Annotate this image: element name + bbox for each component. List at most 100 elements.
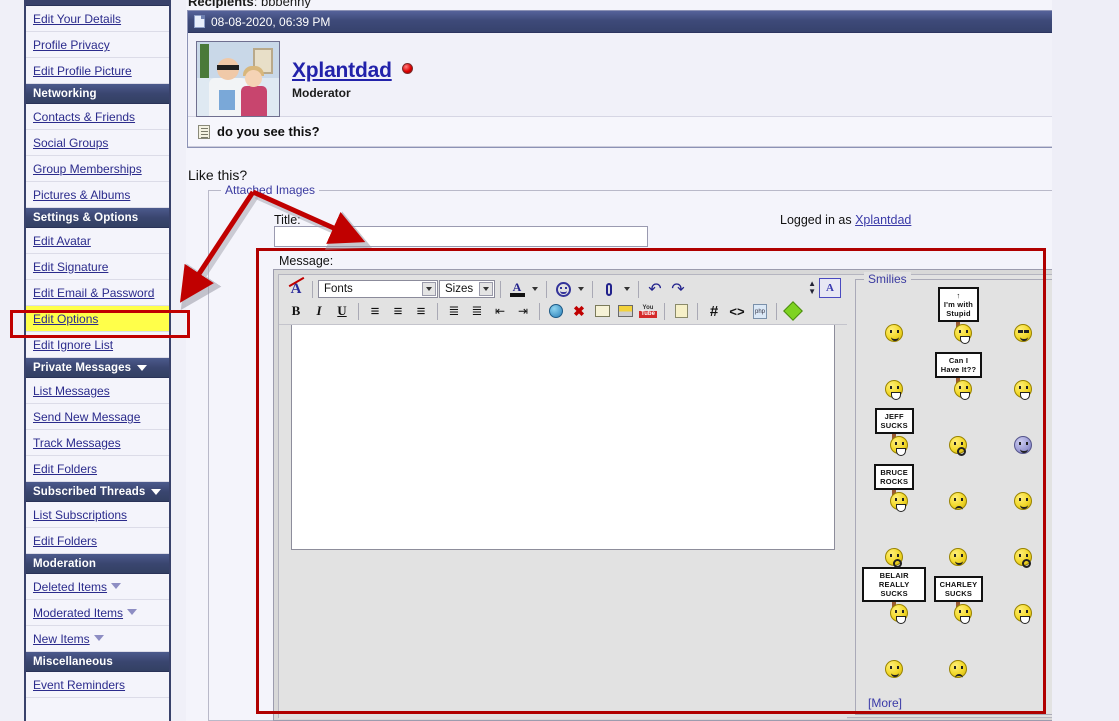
sidebar-item-track-messages[interactable]: Track Messages	[26, 430, 169, 456]
fonts-select[interactable]: Fonts	[318, 280, 438, 298]
sidebar-item-list-subscriptions[interactable]: List Subscriptions	[26, 502, 169, 528]
indent-button[interactable]: ⇥	[512, 301, 534, 321]
sidebar-item-edit-ignore-list[interactable]: Edit Ignore List	[26, 332, 169, 358]
smilie-bruce-rocks-icon[interactable]: BRUCE ROCKS	[874, 464, 915, 512]
sidebar-item-label[interactable]: Edit Email & Password	[33, 286, 154, 300]
sidebar-item-label[interactable]: Edit Options	[33, 312, 98, 326]
sidebar-item-label[interactable]: Social Groups	[33, 136, 108, 150]
smilie-icon[interactable]	[552, 279, 574, 299]
sidebar-item-edit-folders[interactable]: Edit Folders	[26, 456, 169, 482]
smilie-im-with-stupid[interactable]: ↑ I'm with Stupid	[937, 287, 980, 344]
smilie-wave[interactable]	[1013, 464, 1032, 510]
smilie-big-grin[interactable]	[1013, 352, 1032, 400]
sidebar-item-pictures-albums[interactable]: Pictures & Albums	[26, 182, 169, 208]
smilie-big-grin-icon[interactable]	[1013, 380, 1032, 400]
align-center-button[interactable]: ≡	[387, 301, 409, 321]
message-textarea[interactable]	[291, 322, 835, 550]
smilie-surprised[interactable]	[949, 408, 968, 456]
smilie-cool[interactable]	[1013, 296, 1032, 342]
attachment-dropdown-icon[interactable]	[621, 280, 633, 298]
smilie-can-i-have-it[interactable]: Can I Have It??	[934, 352, 983, 400]
sidebar-item-profile-privacy[interactable]: Profile Privacy	[26, 32, 169, 58]
smilie-question-icon[interactable]	[949, 660, 968, 678]
sidebar-item-label[interactable]: Edit Ignore List	[33, 338, 113, 352]
smilie-thumbs-down[interactable]	[949, 520, 968, 566]
smilie-eek[interactable]	[1013, 520, 1032, 568]
poster-name-link[interactable]: Xplantdad	[292, 59, 392, 82]
sidebar-item-label[interactable]: Track Messages	[33, 436, 121, 450]
align-right-button[interactable]: ≡	[410, 301, 432, 321]
redo-icon[interactable]: ↷	[667, 279, 689, 299]
smilie-crying-icon[interactable]	[949, 492, 968, 510]
sidebar-item-edit-signature[interactable]: Edit Signature	[26, 254, 169, 280]
title-input[interactable]	[274, 226, 648, 247]
sidebar-item-edit-folders[interactable]: Edit Folders	[26, 528, 169, 554]
font-color-icon[interactable]: A	[506, 279, 528, 299]
sidebar-item-label[interactable]: Edit Folders	[33, 462, 97, 476]
bold-button[interactable]: B	[285, 301, 307, 321]
smilie-bow[interactable]	[885, 352, 904, 400]
sidebar-item-label[interactable]: Edit Profile Picture	[33, 64, 132, 78]
sidebar-item-contacts-friends[interactable]: Contacts & Friends	[26, 104, 169, 130]
sidebar-item-label[interactable]: List Messages	[33, 384, 110, 398]
chevron-down-icon[interactable]	[479, 282, 493, 296]
remove-formatting-icon[interactable]: A	[285, 276, 307, 299]
smilie-thumbs-down-icon[interactable]	[949, 548, 968, 566]
insert-email-icon[interactable]	[591, 301, 613, 321]
sidebar-item-label[interactable]: Group Memberships	[33, 162, 142, 176]
smilie-smile-icon[interactable]	[885, 660, 904, 678]
italic-button[interactable]: I	[308, 301, 330, 321]
smilie-confused[interactable]	[885, 296, 904, 342]
sidebar-item-group-memberships[interactable]: Group Memberships	[26, 156, 169, 182]
sidebar-item-label[interactable]: Profile Privacy	[33, 38, 110, 52]
sidebar-item-new-items[interactable]: New Items	[26, 626, 169, 652]
smilie-dropdown-icon[interactable]	[575, 280, 587, 298]
sidebar-item-label[interactable]: New Items	[33, 632, 90, 646]
code-button[interactable]: <>	[726, 301, 748, 321]
sidebar-item-label[interactable]: Contacts & Friends	[33, 110, 135, 124]
sidebar-item-social-groups[interactable]: Social Groups	[26, 130, 169, 156]
expand-collapse-icon[interactable]: ▲ ▼	[808, 278, 816, 296]
logged-in-user-link[interactable]: Xplantdad	[855, 213, 911, 227]
sidebar-item-label[interactable]: Edit Avatar	[33, 234, 91, 248]
smilie-crying[interactable]	[949, 464, 968, 510]
align-left-button[interactable]: ≡	[364, 301, 386, 321]
smilie-surprised-icon[interactable]	[949, 436, 968, 456]
sidebar-item-edit-your-details[interactable]: Edit Your Details	[26, 6, 169, 32]
sidebar-item-label[interactable]: Deleted Items	[33, 580, 107, 594]
sidebar-item-deleted-items[interactable]: Deleted Items	[26, 574, 169, 600]
avatar[interactable]	[196, 41, 280, 117]
smilie-dead[interactable]	[1013, 408, 1032, 454]
sidebar-item-label[interactable]: Event Reminders	[33, 678, 125, 692]
smilie-jeff-sucks[interactable]: JEFF SUCKS	[874, 408, 914, 456]
sidebar-item-partial[interactable]	[26, 698, 169, 721]
undo-icon[interactable]: ↶	[644, 279, 666, 299]
sidebar-item-label[interactable]: List Subscriptions	[33, 508, 127, 522]
attachment-icon[interactable]	[598, 279, 620, 299]
quote-button[interactable]	[670, 301, 692, 321]
smilie-im-with-stupid-icon[interactable]: ↑ I'm with Stupid	[937, 287, 980, 344]
sidebar-item-moderated-items[interactable]: Moderated Items	[26, 600, 169, 626]
outdent-button[interactable]: ⇤	[489, 301, 511, 321]
smilie-charley-sucks-icon[interactable]: CHARLEY SUCKS	[933, 576, 984, 624]
insert-image-icon[interactable]	[614, 301, 636, 321]
smilie-teeth-icon[interactable]	[1013, 604, 1032, 624]
smilie-cool-icon[interactable]	[1013, 324, 1032, 342]
underline-button[interactable]: U	[331, 301, 353, 321]
sidebar-header-private-messages[interactable]: Private Messages	[26, 358, 169, 378]
sidebar-item-edit-email-password[interactable]: Edit Email & Password	[26, 280, 169, 306]
sidebar-item-event-reminders[interactable]: Event Reminders	[26, 672, 169, 698]
sidebar-header-subscribed-threads[interactable]: Subscribed Threads	[26, 482, 169, 502]
sidebar-item-edit-options[interactable]: Edit Options	[26, 306, 169, 332]
sidebar-item-label[interactable]: Moderated Items	[33, 606, 123, 620]
smilie-confused-icon[interactable]	[885, 324, 904, 342]
sidebar-item-send-new-message[interactable]: Send New Message	[26, 404, 169, 430]
remove-link-icon[interactable]: ✖	[568, 301, 590, 321]
smilie-question[interactable]	[949, 632, 968, 678]
smilie-bruce-rocks[interactable]: BRUCE ROCKS	[874, 464, 915, 512]
sidebar-item-label[interactable]: Pictures & Albums	[33, 188, 130, 202]
chevron-down-icon[interactable]	[93, 635, 104, 641]
highlight-button[interactable]	[782, 301, 804, 321]
sizes-select[interactable]: Sizes	[439, 280, 495, 298]
smilie-belair-really-sucks[interactable]: BELAIR REALLY SUCKS	[862, 567, 927, 624]
